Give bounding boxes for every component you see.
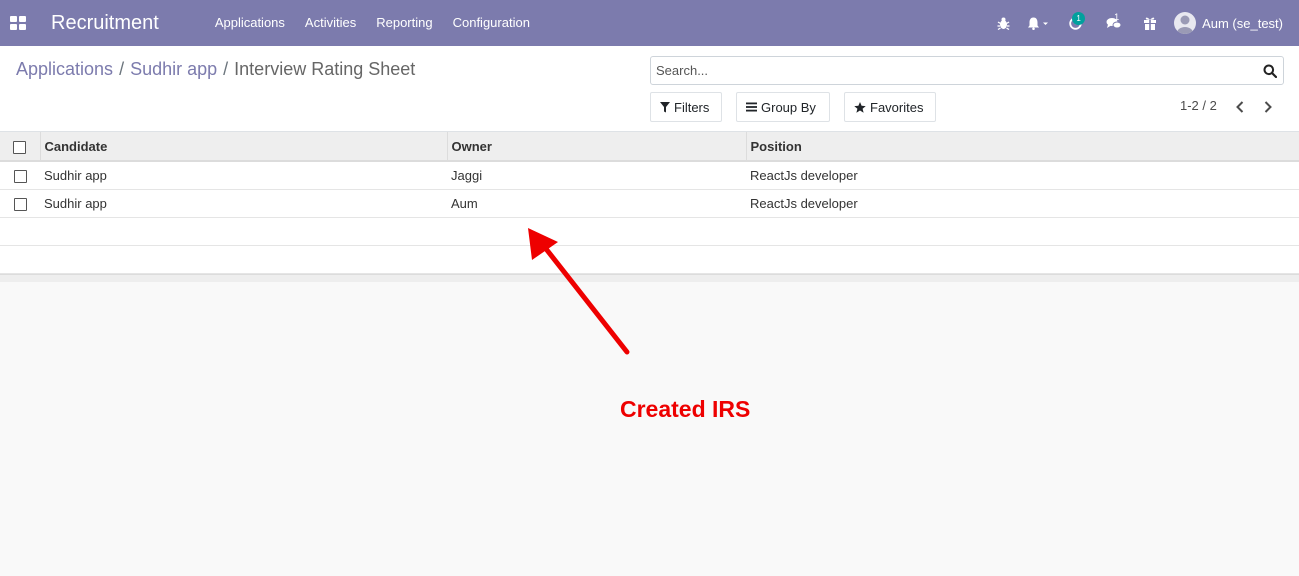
app-title[interactable]: Recruitment [51,12,159,35]
table-footer [0,273,1299,282]
empty-row [0,245,1299,273]
candidate-cell[interactable]: Sudhir app [40,161,447,189]
messages-chat-icon[interactable]: 1 [1094,0,1134,46]
user-name: Aum (se_test) [1202,15,1283,31]
pager-previous-chevron-icon[interactable] [1230,96,1250,118]
avatar [1174,12,1197,34]
user-menu[interactable]: Aum (se_test) [1166,0,1299,46]
annotation-label: Created IRS [620,396,751,422]
debug-bug-icon[interactable] [986,0,1020,46]
column-header-position[interactable]: Position [746,132,1299,162]
main-menu: Applications Activities Reporting Config… [205,0,540,46]
list-view: Candidate Owner Position Sudhir app Jagg… [0,132,1299,282]
row-checkbox[interactable] [13,197,27,211]
records-table: Candidate Owner Position Sudhir app Jagg… [0,132,1299,274]
star-icon [854,101,866,113]
menu-item-reporting[interactable]: Reporting [366,0,442,46]
messages-count-badge: 1 [1114,12,1120,22]
search-input[interactable] [651,63,1257,78]
column-header-candidate[interactable]: Candidate [40,132,448,162]
empty-row [0,217,1299,245]
activity-clock-icon[interactable]: 1 [1056,0,1094,46]
select-all-checkbox[interactable] [13,140,27,154]
select-all-cell [0,132,41,162]
row-checkbox[interactable] [13,169,27,183]
breadcrumb-item-applications[interactable]: Applications [16,59,113,80]
pager-value[interactable]: 1-2 / 2 [1180,98,1217,113]
app-menu-icon[interactable] [0,0,36,46]
row-select-cell [0,189,40,217]
filters-button[interactable]: Filters [650,92,722,122]
notifications-bell-icon[interactable] [1020,0,1056,46]
position-cell[interactable]: ReactJs developer [746,189,1299,217]
favorites-label: Favorites [870,99,924,115]
favorites-button[interactable]: Favorites [844,92,936,122]
candidate-cell[interactable]: Sudhir app [40,189,447,217]
table-row[interactable]: Sudhir app Jaggi ReactJs developer [0,161,1299,189]
search-bar [650,56,1284,85]
column-header-owner[interactable]: Owner [447,132,747,162]
activity-count-badge: 1 [1072,12,1086,25]
table-header-row: Candidate Owner Position [0,132,1299,162]
menu-item-configuration[interactable]: Configuration [443,0,540,46]
gift-icon[interactable] [1134,0,1166,46]
menu-item-activities[interactable]: Activities [295,0,366,46]
group-by-label: Group By [761,99,816,115]
search-icon[interactable] [1257,64,1283,78]
filters-label: Filters [674,99,710,115]
breadcrumb-separator: / [223,59,229,79]
owner-cell[interactable]: Aum [447,189,746,217]
empty-row-cell [0,217,1299,245]
menu-item-applications[interactable]: Applications [205,0,295,46]
breadcrumb-separator: / [119,59,125,79]
list-bars-icon [746,102,757,112]
owner-cell[interactable]: Jaggi [447,161,746,189]
group-by-button[interactable]: Group By [736,92,830,122]
table-row[interactable]: Sudhir app Aum ReactJs developer [0,189,1299,217]
control-panel: Applications / Sudhir app / Interview Ra… [0,46,1299,132]
pager-next-chevron-icon[interactable] [1258,96,1278,118]
empty-row-cell [0,245,1299,273]
row-select-cell [0,161,40,189]
breadcrumb-item-sudhir-app[interactable]: Sudhir app [130,59,217,80]
position-cell[interactable]: ReactJs developer [746,161,1299,189]
filter-funnel-icon [660,101,670,112]
page-title: Interview Rating Sheet [234,59,416,79]
breadcrumb: Applications / Sudhir app / Interview Ra… [16,59,415,80]
top-navbar: Recruitment Applications Activities Repo… [0,0,1299,46]
